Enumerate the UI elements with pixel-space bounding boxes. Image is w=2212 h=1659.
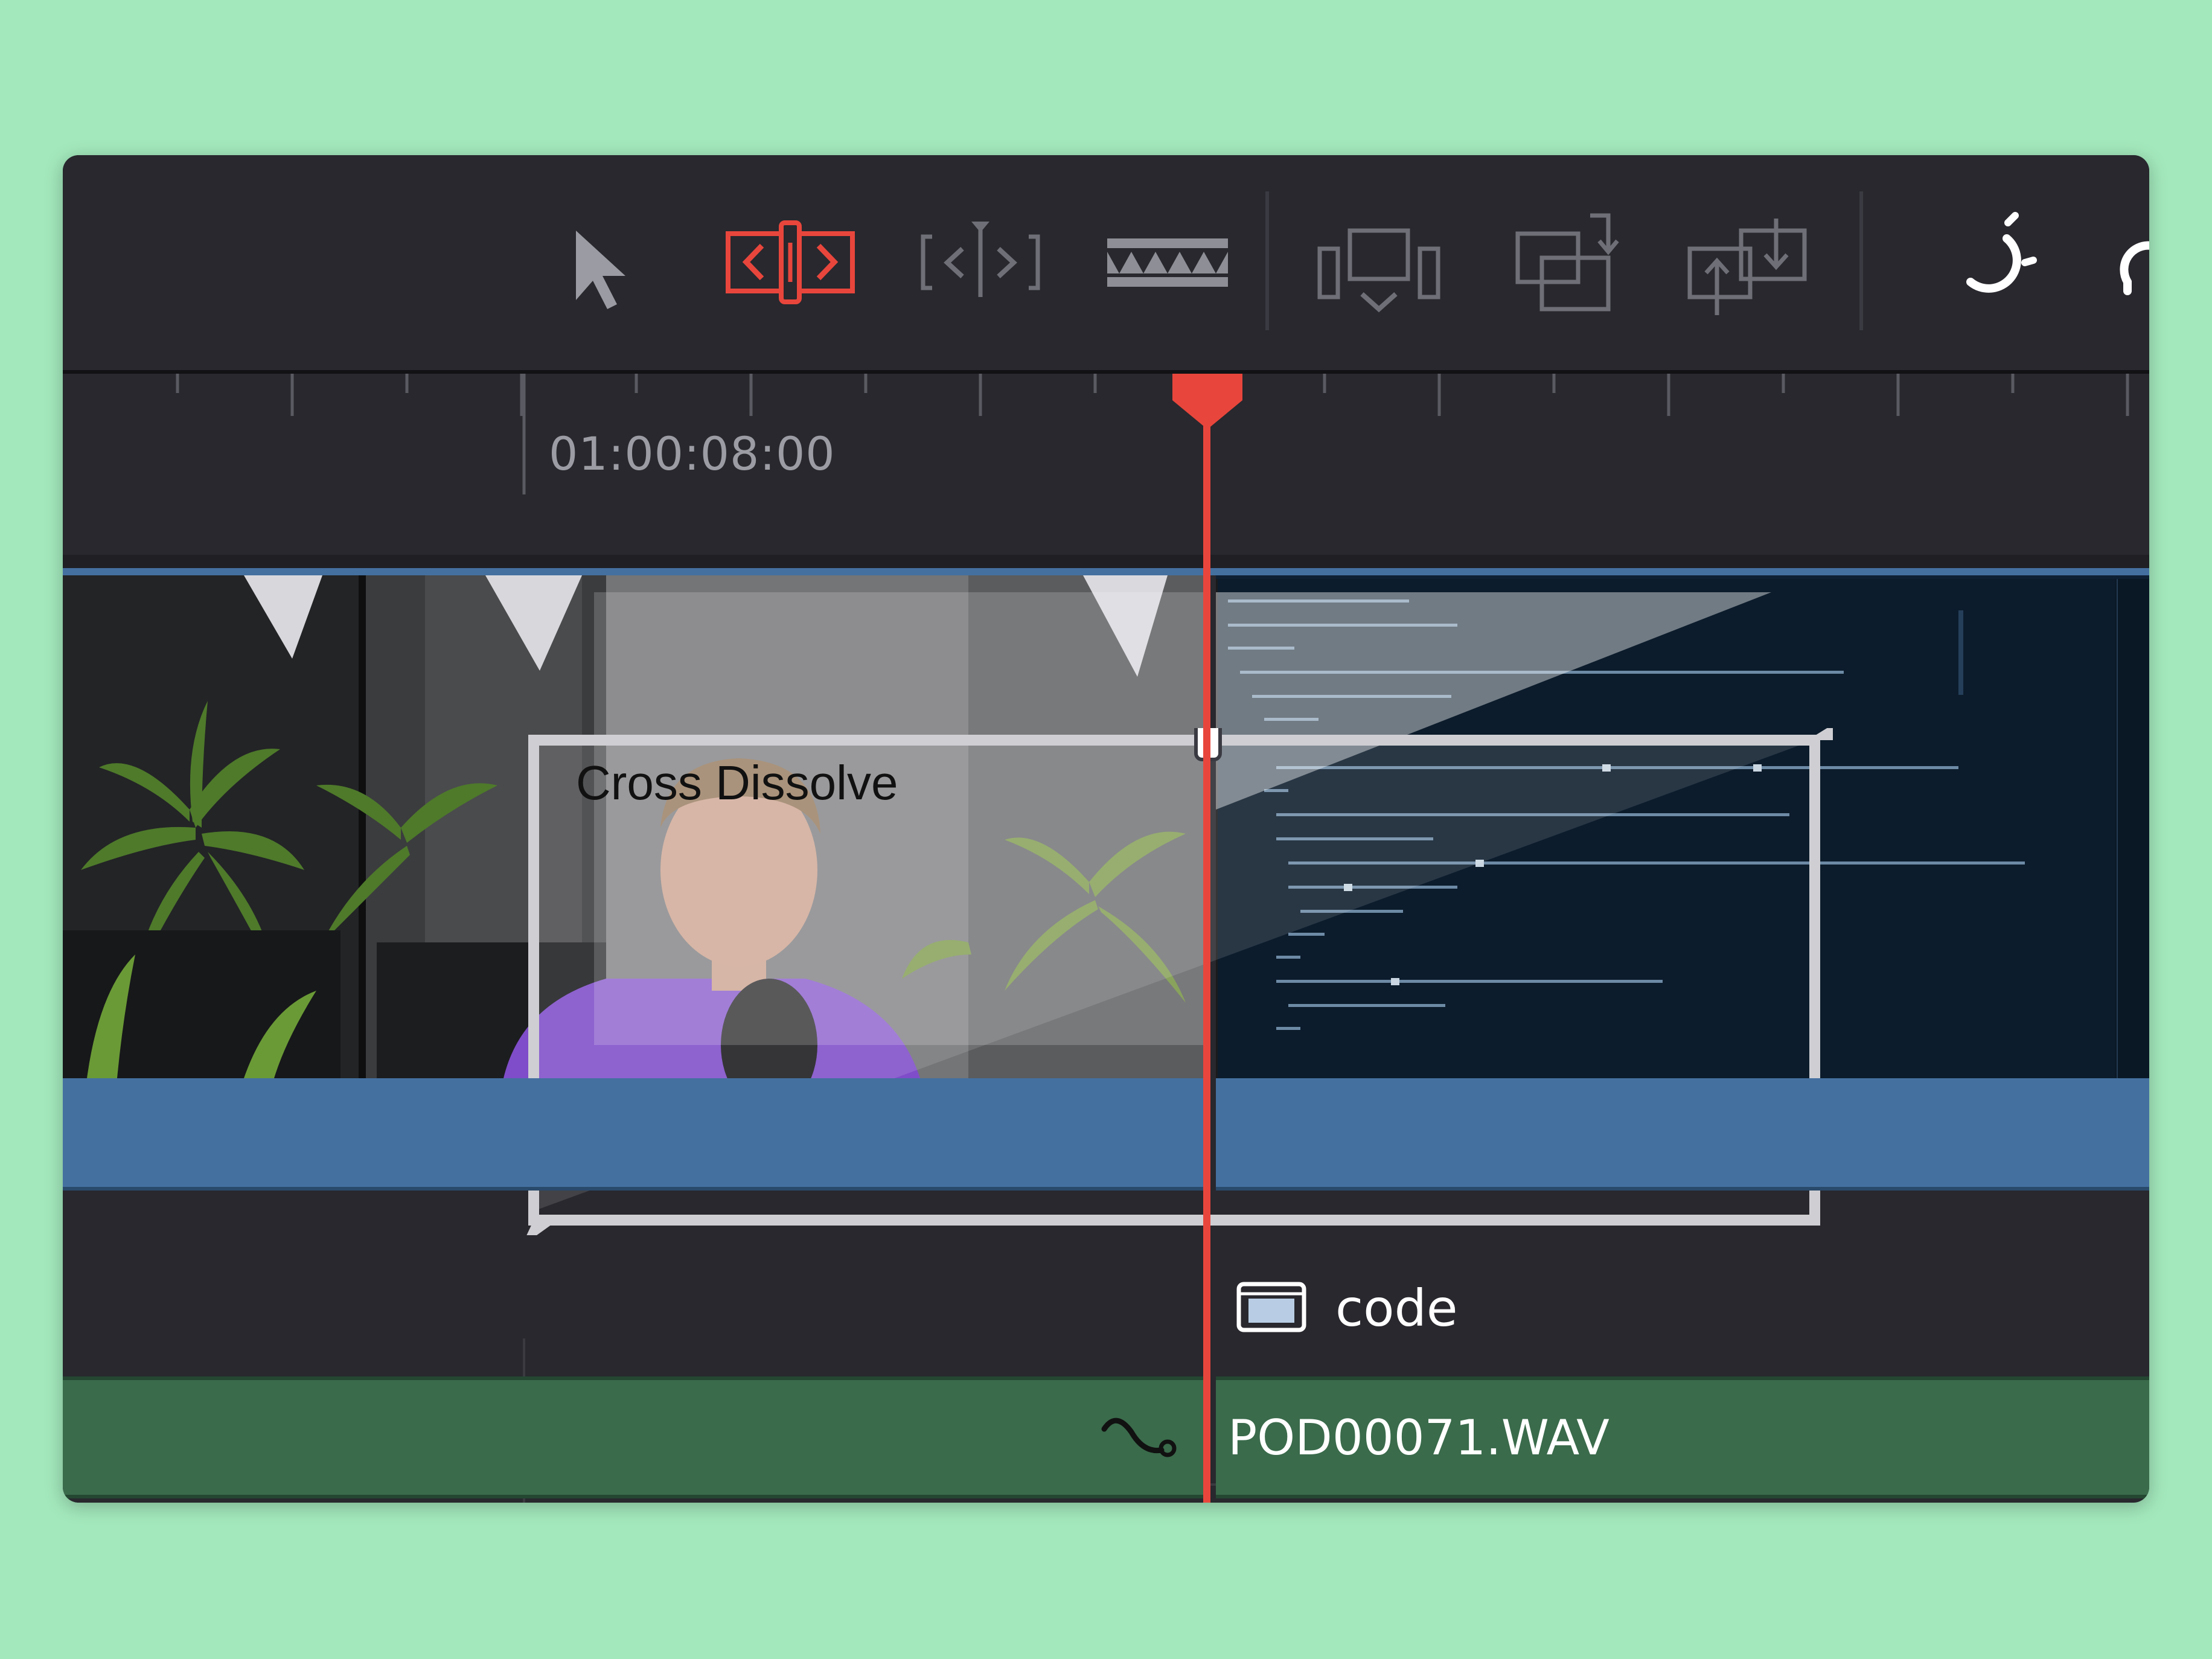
snapping-toggle[interactable] [1934, 191, 2055, 330]
audio-fade-curve-icon[interactable] [1095, 1405, 1186, 1471]
replace-clip-icon [1687, 219, 1807, 315]
video-clip-name: code [1335, 1279, 1458, 1338]
video-clip-right-bar[interactable] [1216, 1078, 2149, 1191]
track-separator [63, 555, 2149, 568]
selection-mode-button[interactable] [534, 191, 666, 330]
timecode-ruler[interactable] [63, 374, 2149, 555]
replace-clip-button[interactable] [1675, 191, 1820, 330]
trim-edit-mode-button[interactable] [715, 191, 866, 330]
video-track: Cross Dissolve code [63, 568, 2149, 1359]
insert-clip-icon [1317, 228, 1440, 313]
audio-clip-name: POD00071.WAV [1228, 1410, 1609, 1466]
insert-clip-button[interactable] [1306, 191, 1451, 330]
playhead-handle[interactable] [1172, 374, 1242, 429]
audio-clip-left[interactable] [63, 1376, 1204, 1498]
linked-selection-toggle[interactable] [2103, 191, 2149, 330]
toolbar-divider [1859, 191, 1863, 330]
ruler-ticks [176, 374, 2129, 494]
magnet-icon [1966, 212, 2037, 293]
transition-label: Cross Dissolve [576, 756, 898, 810]
blade-icon [1107, 238, 1228, 287]
blade-edit-mode-button[interactable] [1089, 191, 1246, 330]
dynamic-trim-icon [921, 222, 1040, 297]
overwrite-clip-button[interactable] [1500, 191, 1632, 330]
link-icon [2120, 241, 2149, 295]
video-clip-icon [1236, 1282, 1306, 1332]
overwrite-clip-icon [1515, 213, 1619, 312]
ruler-timecode: 01:00:08:00 [549, 427, 836, 481]
trim-edit-icon [726, 220, 855, 304]
dynamic-trim-mode-button[interactable] [908, 191, 1053, 330]
toolbar-divider [1265, 191, 1269, 330]
video-clip-left-bar[interactable] [63, 1078, 1204, 1191]
timeline-window: 01:00:08:00 Cross Dissolve code POD00071… [63, 155, 2149, 1503]
playhead-line[interactable] [1203, 374, 1210, 1503]
edit-toolbar [63, 155, 2149, 370]
arrow-pointer-icon [576, 231, 625, 309]
